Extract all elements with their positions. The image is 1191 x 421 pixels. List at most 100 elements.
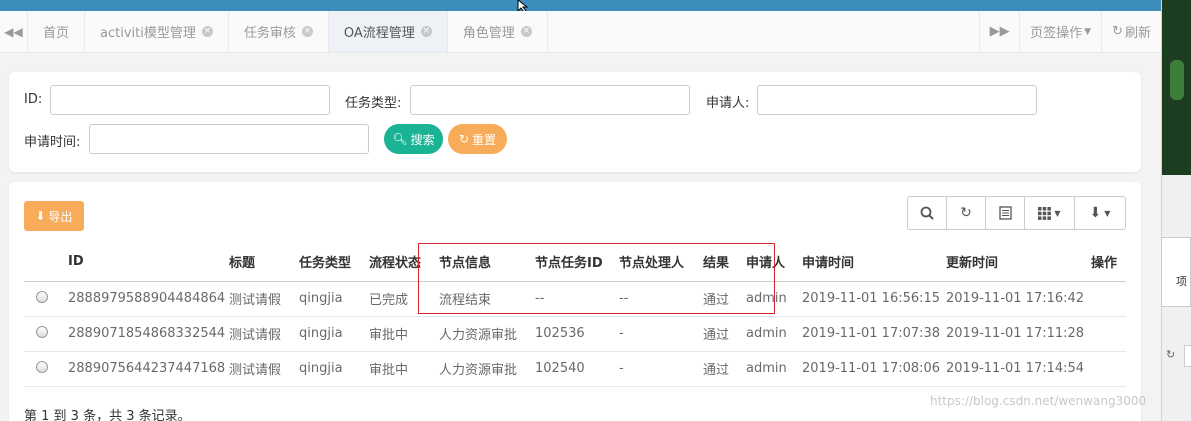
table-panel: ⬇ 导出 ↻ ▼ ⬇ ▼ ID 标题 任务类型 流程状态 节点信息 节点任务ID… [9,182,1141,421]
cell-process-status: 已完成 [369,281,439,317]
close-icon[interactable]: × [201,26,213,37]
column-header-node-info[interactable]: 节点信息 [439,243,535,282]
columns-dropdown-button[interactable]: ▼ [1025,197,1075,229]
tab-role-management[interactable]: 角色管理 × [448,11,548,52]
row-select-radio[interactable] [36,290,48,303]
cell-result: 通过 [703,351,746,387]
tab-spacer [548,11,979,52]
applicant-input[interactable] [757,85,1037,115]
cell-title: 测试请假 [229,281,299,317]
tab-activiti-model[interactable]: activiti模型管理 × [85,11,229,52]
search-icon [920,206,934,220]
caret-down-icon: ▼ [1104,208,1111,218]
search-form-panel: ID: 任务类型: 申请人: 申请时间: 🔍︎ 搜索 ↻ 重置 [9,72,1141,172]
list-icon [998,206,1012,220]
caret-down-icon: ▼ [1084,26,1092,37]
process-table: ID 标题 任务类型 流程状态 节点信息 节点任务ID 节点处理人 结果 申请人… [24,243,1126,387]
close-icon[interactable]: × [301,26,313,37]
column-header-task-type[interactable]: 任务类型 [299,243,369,282]
cell-result: 通过 [703,281,746,317]
row-select-radio[interactable] [36,360,48,373]
download-icon: ⬇ [35,209,46,223]
cell-id: 2889075644237447168 [68,351,229,387]
row-select-cell [24,281,68,317]
adjacent-text: 项 [1176,275,1187,288]
grid-icon [1038,206,1052,220]
cell-node-task-id: 102536 [535,316,619,352]
apply-time-input[interactable] [89,124,369,154]
table-header-row: ID 标题 任务类型 流程状态 节点信息 节点任务ID 节点处理人 结果 申请人… [24,243,1126,282]
cell-applicant: admin [746,281,802,317]
close-icon[interactable]: × [420,26,432,37]
tab-task-review[interactable]: 任务审核 × [229,11,329,52]
id-input[interactable] [50,85,330,115]
cell-node-info: 人力资源审批 [439,351,535,387]
tab-home[interactable]: 首页 [28,11,86,52]
task-type-input[interactable] [410,85,690,115]
search-button[interactable]: 🔍︎ 搜索 [384,124,443,154]
apply-time-label: 申请时间: [24,135,81,150]
adjacent-panel [1161,237,1191,307]
cell-node-info: 流程结束 [439,281,535,317]
row-select-radio[interactable] [36,325,48,338]
cell-node-info: 人力资源审批 [439,316,535,352]
adjacent-window-strip: 项 ↻ [1161,0,1191,421]
cell-task-type: qingjia [299,316,369,352]
column-header-select [24,243,68,282]
caret-down-icon: ▼ [1054,208,1061,218]
tab-scroll-right-button[interactable]: ▶▶ [979,11,1019,52]
refresh-icon: ↻ [960,205,972,221]
column-header-id[interactable]: ID [68,243,229,282]
task-type-label: 任务类型: [345,96,402,111]
column-header-apply-time[interactable]: 申请时间 [802,243,946,282]
cell-task-type: qingjia [299,281,369,317]
tab-oa-process[interactable]: OA流程管理 × [328,11,448,52]
double-chevron-right-icon: ▶▶ [989,24,1010,39]
export-button[interactable]: ⬇ 导出 [24,201,84,231]
table-search-button[interactable] [908,197,947,229]
column-header-process-status[interactable]: 流程状态 [369,243,439,282]
close-icon[interactable]: × [520,26,532,37]
cell-apply-time: 2019-11-01 17:07:38 [802,316,946,352]
cell-result: 通过 [703,316,746,352]
cell-actions [1091,316,1126,352]
refresh-icon: ↻ [458,132,470,146]
toggle-view-button[interactable] [986,197,1025,229]
column-header-node-handler[interactable]: 节点处理人 [619,243,703,282]
column-header-update-time[interactable]: 更新时间 [946,243,1091,282]
table-row[interactable]: 2889071854868332544 测试请假 qingjia 审批中 人力资… [24,316,1126,352]
cell-task-type: qingjia [299,351,369,387]
watermark: https://blog.csdn.net/wenwang3000 [930,394,1147,408]
table-row[interactable]: 2889075644237447168 测试请假 qingjia 审批中 人力资… [24,351,1126,387]
table-refresh-button[interactable]: ↻ [947,197,986,229]
tab-scroll-left-button[interactable]: ◀◀ [0,11,28,52]
background-image-detail [1170,60,1184,100]
cell-title: 测试请假 [229,351,299,387]
top-header-bar [0,0,1161,11]
column-header-node-task-id[interactable]: 节点任务ID [535,243,619,282]
cell-title: 测试请假 [229,316,299,352]
cell-actions [1091,351,1126,387]
column-header-applicant[interactable]: 申请人 [746,243,802,282]
column-header-title[interactable]: 标题 [229,243,299,282]
cell-id: 2889071854868332544 [68,316,229,352]
table-row[interactable]: 2888979588904484864 测试请假 qingjia 已完成 流程结… [24,281,1126,317]
row-select-cell [24,351,68,387]
tab-bar: ◀◀ 首页 activiti模型管理 × 任务审核 × OA流程管理 × 角色管… [0,11,1161,53]
refresh-icon: ↻ [1166,348,1176,361]
page-operations-dropdown[interactable]: 页签操作 ▼ [1019,11,1101,52]
pagination-info: 第 1 到 3 条，共 3 条记录。 [24,409,191,421]
export-dropdown-button[interactable]: ⬇ ▼ [1075,197,1125,229]
cell-node-handler: - [619,316,703,352]
double-chevron-left-icon: ◀◀ [4,24,23,39]
cell-node-task-id: 102540 [535,351,619,387]
cell-node-handler: -- [619,281,703,317]
cell-update-time: 2019-11-01 17:14:54 [946,351,1091,387]
refresh-tab-button[interactable]: ↻ 刷新 [1101,11,1161,52]
download-icon: ⬇ [1089,205,1102,221]
table-toolbar: ↻ ▼ ⬇ ▼ [907,196,1126,230]
column-header-actions: 操作 [1091,243,1126,282]
reset-button[interactable]: ↻ 重置 [448,124,507,154]
search-icon: 🔍︎ [392,132,408,146]
column-header-result[interactable]: 结果 [703,243,746,282]
